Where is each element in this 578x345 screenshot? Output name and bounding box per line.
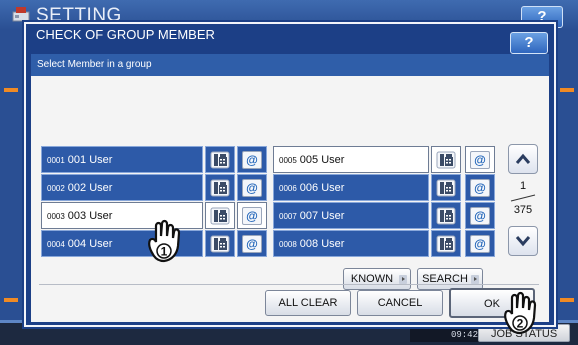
- fax-icon: [210, 151, 230, 168]
- member-name-cell[interactable]: 0005 005 User: [273, 146, 429, 173]
- member-name: 007 User: [299, 210, 345, 222]
- check-group-member-dialog: CHECK OF GROUP MEMBER ? Select Member in…: [24, 22, 556, 327]
- email-icon: @: [242, 178, 262, 197]
- screen: SETTING ? 09:42 JOB STATUS CHECK OF GROU…: [0, 0, 578, 345]
- member-email-button[interactable]: @: [465, 174, 495, 201]
- total-pages: 375: [513, 204, 533, 216]
- email-icon: @: [470, 178, 490, 197]
- member-number: 0008: [279, 240, 297, 249]
- all-clear-button[interactable]: ALL CLEAR: [265, 290, 351, 316]
- member-email-button[interactable]: @: [465, 202, 495, 229]
- member-email-button[interactable]: @: [237, 146, 267, 173]
- member-name-cell[interactable]: 0002 002 User: [41, 174, 203, 201]
- tap-hand-icon-2: 2: [504, 291, 537, 335]
- member-fax-button[interactable]: [431, 174, 461, 201]
- page-up-button[interactable]: [508, 144, 538, 174]
- email-icon: @: [470, 206, 490, 225]
- member-email-button[interactable]: @: [465, 230, 495, 257]
- dialog-title: CHECK OF GROUP MEMBER: [36, 27, 215, 42]
- member-row[interactable]: 0006 006 User @: [273, 174, 499, 201]
- member-email-button[interactable]: @: [237, 230, 267, 257]
- email-icon: @: [470, 234, 490, 253]
- member-name-cell[interactable]: 0007 007 User: [273, 202, 429, 229]
- member-name: 003 User: [67, 210, 113, 222]
- arrow-right-icon: [471, 275, 479, 284]
- member-fax-button[interactable]: [431, 202, 461, 229]
- member-email-button[interactable]: @: [237, 202, 267, 229]
- fax-icon: [436, 235, 456, 252]
- member-name-cell[interactable]: 0006 006 User: [273, 174, 429, 201]
- dialog-body: Select Member in a group 0001001 User @: [31, 54, 549, 322]
- member-email-button[interactable]: @: [465, 146, 495, 173]
- member-fax-button[interactable]: [205, 146, 235, 173]
- page-down-button[interactable]: [508, 226, 538, 256]
- dialog-help-button[interactable]: ?: [510, 32, 548, 54]
- member-row[interactable]: 0007 007 User @: [273, 202, 499, 229]
- search-button[interactable]: SEARCH: [417, 268, 483, 290]
- cancel-button[interactable]: CANCEL: [357, 290, 443, 316]
- fax-icon: [210, 179, 230, 196]
- member-number: 0001: [47, 156, 65, 165]
- email-icon: @: [242, 234, 262, 253]
- member-row[interactable]: 0002 002 User @: [41, 174, 267, 201]
- member-fax-button[interactable]: [431, 230, 461, 257]
- tap-hand-icon-1: 1: [148, 219, 181, 263]
- current-page: 1: [519, 180, 527, 192]
- member-number: 0003: [47, 212, 65, 221]
- background-left-panel: [0, 30, 22, 330]
- member-fax-button[interactable]: [205, 202, 235, 229]
- member-number: 0002: [47, 184, 65, 193]
- arrow-right-icon: [399, 275, 407, 284]
- member-name: 006 User: [299, 182, 345, 194]
- member-number: 0006: [279, 184, 297, 193]
- background-right-panel: [556, 30, 578, 330]
- fax-icon: [210, 235, 230, 252]
- member-row[interactable]: 0008 008 User @: [273, 230, 499, 257]
- member-name: 001 User: [67, 154, 113, 166]
- member-number: 0007: [279, 212, 297, 221]
- member-email-button[interactable]: @: [237, 174, 267, 201]
- member-fax-button[interactable]: [205, 230, 235, 257]
- member-row[interactable]: 0001 001 User @: [41, 146, 267, 173]
- fax-icon: [436, 151, 456, 168]
- member-name: 004 User: [67, 238, 113, 250]
- member-name: 002 User: [67, 182, 113, 194]
- member-name-cell[interactable]: 0001 001 User: [41, 146, 203, 173]
- fax-icon: [436, 179, 456, 196]
- known-id-button[interactable]: KNOWN ID: [343, 268, 411, 305]
- fax-icon: [210, 207, 230, 224]
- dialog-instruction: Select Member in a group: [31, 54, 549, 76]
- member-row[interactable]: 0005 005 User @: [273, 146, 499, 173]
- member-fax-button[interactable]: [205, 174, 235, 201]
- member-fax-button[interactable]: [431, 146, 461, 173]
- email-icon: @: [242, 206, 262, 225]
- member-area: 0001 001 User @ 0002 002 User @ 0003 003…: [31, 76, 549, 322]
- chevron-up-icon: [515, 153, 531, 164]
- email-icon: @: [242, 150, 262, 169]
- setting-logo-icon: [12, 7, 30, 22]
- chevron-down-icon: [515, 236, 531, 247]
- divider: [39, 284, 539, 285]
- step-1-number: 1: [161, 245, 168, 259]
- member-name: 005 User: [299, 154, 345, 166]
- member-number: 0005: [279, 156, 297, 165]
- email-icon: @: [470, 150, 490, 169]
- fax-icon: [436, 207, 456, 224]
- member-number: 0004: [47, 240, 65, 249]
- step-2-number: 2: [517, 317, 524, 331]
- member-name-cell[interactable]: 0008 008 User: [273, 230, 429, 257]
- page-divider-slash: [510, 194, 536, 202]
- member-name: 008 User: [299, 238, 345, 250]
